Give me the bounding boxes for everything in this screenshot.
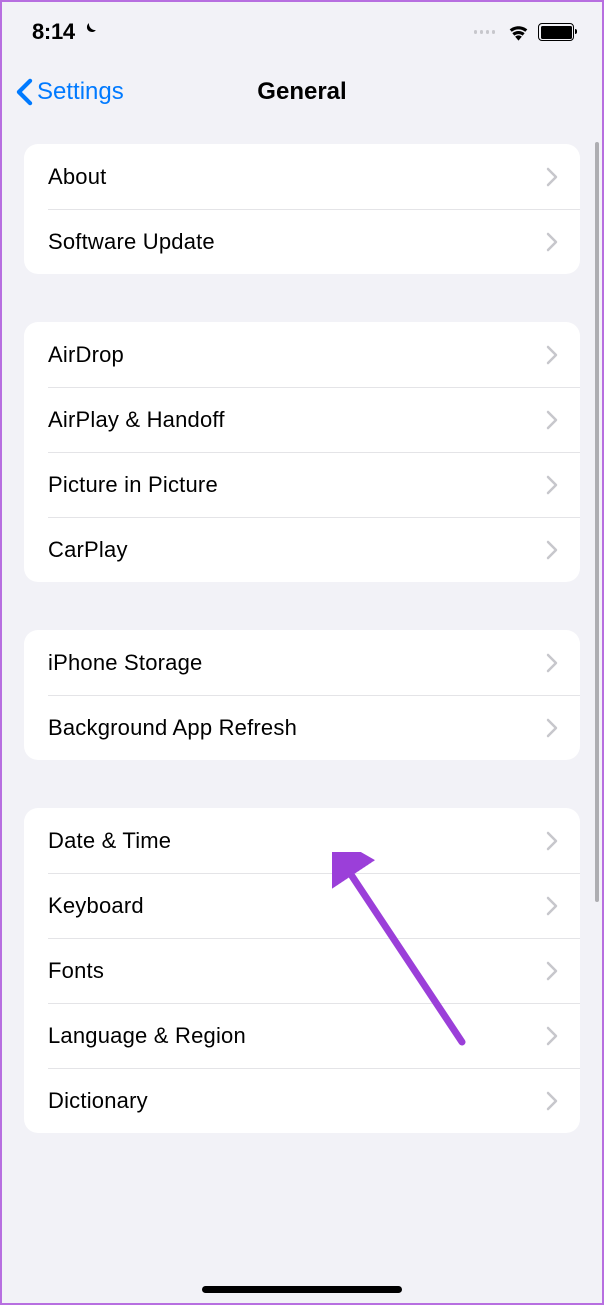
navigation-bar: Settings General bbox=[2, 62, 602, 122]
settings-group: About Software Update bbox=[24, 144, 580, 274]
back-label: Settings bbox=[37, 78, 124, 106]
chevron-right-icon bbox=[546, 961, 558, 981]
row-carplay[interactable]: CarPlay bbox=[24, 517, 580, 582]
settings-group: iPhone Storage Background App Refresh bbox=[24, 630, 580, 760]
row-label: Language & Region bbox=[48, 1023, 246, 1049]
chevron-left-icon bbox=[16, 78, 33, 106]
row-iphone-storage[interactable]: iPhone Storage bbox=[24, 630, 580, 695]
wifi-icon bbox=[507, 23, 530, 41]
loading-dots-icon bbox=[474, 30, 496, 34]
chevron-right-icon bbox=[546, 653, 558, 673]
chevron-right-icon bbox=[546, 475, 558, 495]
settings-group: Date & Time Keyboard Fonts Language & Re… bbox=[24, 808, 580, 1133]
settings-content: About Software Update AirDrop AirPlay & … bbox=[2, 122, 602, 1133]
chevron-right-icon bbox=[546, 167, 558, 187]
row-label: Background App Refresh bbox=[48, 715, 297, 741]
row-fonts[interactable]: Fonts bbox=[24, 938, 580, 1003]
row-label: Software Update bbox=[48, 229, 215, 255]
status-bar: 8:14 bbox=[2, 2, 602, 62]
battery-icon bbox=[538, 23, 574, 41]
row-label: Dictionary bbox=[48, 1088, 148, 1114]
chevron-right-icon bbox=[546, 345, 558, 365]
status-time: 8:14 bbox=[32, 19, 75, 45]
chevron-right-icon bbox=[546, 1091, 558, 1111]
row-label: iPhone Storage bbox=[48, 650, 202, 676]
chevron-right-icon bbox=[546, 831, 558, 851]
chevron-right-icon bbox=[546, 1026, 558, 1046]
back-button[interactable]: Settings bbox=[16, 78, 124, 106]
page-title: General bbox=[257, 78, 346, 106]
row-about[interactable]: About bbox=[24, 144, 580, 209]
do-not-disturb-icon bbox=[81, 21, 98, 43]
settings-group: AirDrop AirPlay & Handoff Picture in Pic… bbox=[24, 322, 580, 582]
row-label: Fonts bbox=[48, 958, 104, 984]
row-label: CarPlay bbox=[48, 537, 128, 563]
row-label: Date & Time bbox=[48, 828, 171, 854]
row-label: Picture in Picture bbox=[48, 472, 218, 498]
row-label: AirDrop bbox=[48, 342, 124, 368]
chevron-right-icon bbox=[546, 410, 558, 430]
row-dictionary[interactable]: Dictionary bbox=[24, 1068, 580, 1133]
row-background-app-refresh[interactable]: Background App Refresh bbox=[24, 695, 580, 760]
row-label: Keyboard bbox=[48, 893, 144, 919]
row-label: About bbox=[48, 164, 107, 190]
row-software-update[interactable]: Software Update bbox=[24, 209, 580, 274]
row-airdrop[interactable]: AirDrop bbox=[24, 322, 580, 387]
chevron-right-icon bbox=[546, 232, 558, 252]
home-indicator[interactable] bbox=[202, 1286, 402, 1293]
row-language-region[interactable]: Language & Region bbox=[24, 1003, 580, 1068]
row-date-time[interactable]: Date & Time bbox=[24, 808, 580, 873]
row-airplay-handoff[interactable]: AirPlay & Handoff bbox=[24, 387, 580, 452]
chevron-right-icon bbox=[546, 896, 558, 916]
chevron-right-icon bbox=[546, 540, 558, 560]
row-picture-in-picture[interactable]: Picture in Picture bbox=[24, 452, 580, 517]
row-label: AirPlay & Handoff bbox=[48, 407, 225, 433]
row-keyboard[interactable]: Keyboard bbox=[24, 873, 580, 938]
scroll-indicator[interactable] bbox=[595, 142, 599, 902]
chevron-right-icon bbox=[546, 718, 558, 738]
